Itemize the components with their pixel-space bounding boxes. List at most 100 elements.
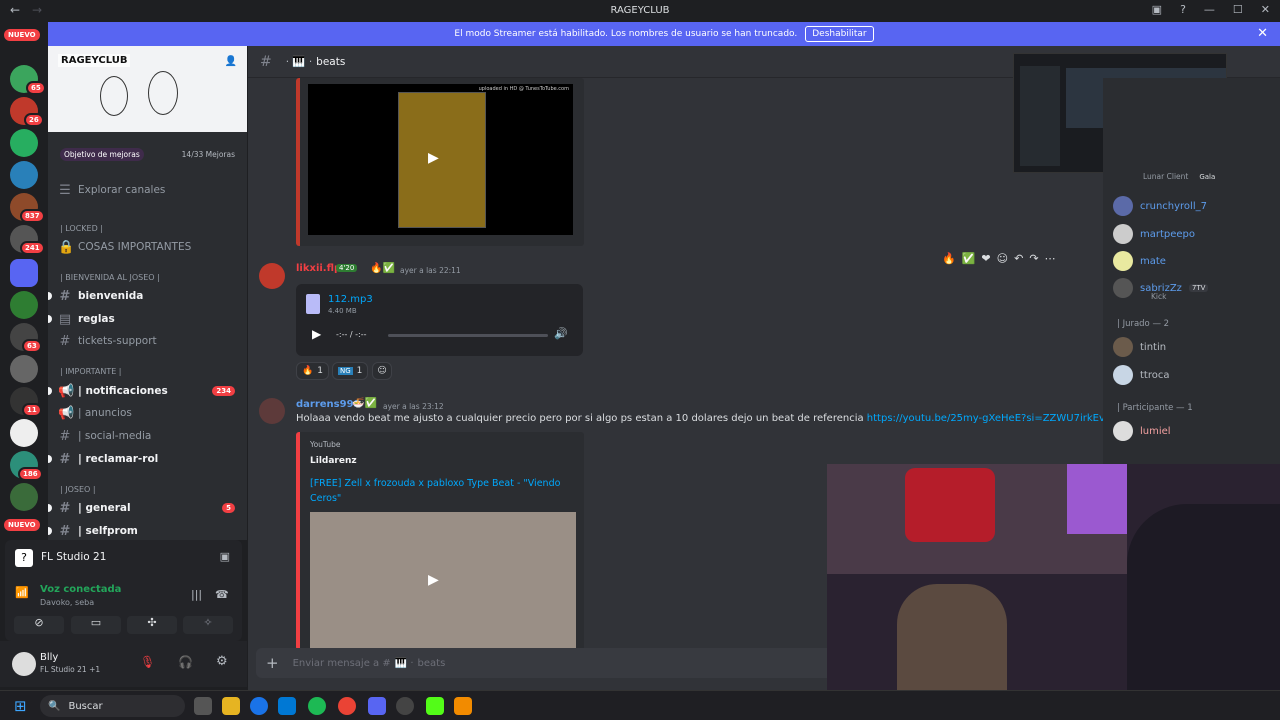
video-thumbnail[interactable]: uploaded in HD @ TunesToTube.com ▶ [308,84,573,235]
invite-icon[interactable]: 👤 [225,56,237,67]
channel-anuncios[interactable]: 📢 | anuncios [48,403,247,423]
server-icon[interactable] [10,419,38,447]
channel-selfprom[interactable]: # | selfprom [48,521,247,540]
disable-streamer-button[interactable]: Deshabilitar [805,26,874,42]
close-banner-icon[interactable]: ✕ [1257,26,1268,41]
server-icon[interactable] [10,355,38,383]
reaction[interactable]: NG 1 [332,362,369,380]
category-bienvenida[interactable]: | BIENVENIDA AL JOSEO | [60,273,160,282]
inbox-icon[interactable]: ▣ [1152,3,1162,16]
embed-author[interactable]: Lildarenz [310,456,357,466]
file-explorer-icon[interactable] [222,697,240,715]
message-author[interactable]: likxii.flp [296,263,341,274]
channel-bienvenida[interactable]: # bienvenida [48,286,247,306]
settings-gear-icon[interactable]: ⚙ [216,654,228,669]
message-author[interactable]: darrens999 [296,399,361,410]
file-name[interactable]: 112.mp3 [328,294,373,305]
category-importante[interactable]: | IMPORTANTE | [60,367,122,376]
voice-status[interactable]: Voz conectada [40,584,121,595]
server-banner[interactable]: RAGEYCLUB 👤 [48,46,247,132]
category-locked[interactable]: | LOCKED | [60,224,103,233]
channel-reglas[interactable]: ▤ reglas [48,309,247,329]
forward-icon[interactable]: ↷ [1029,252,1038,265]
reaction[interactable]: 🔥 1 [296,362,329,380]
audio-progress[interactable] [388,334,548,337]
embed-provider[interactable]: YouTube [310,440,341,449]
reply-icon[interactable]: ↶ [1014,252,1023,265]
server-icon[interactable] [10,161,38,189]
play-icon[interactable]: ▶ [428,572,439,588]
mention-badge: 5 [222,503,235,513]
username[interactable]: Blly [40,652,58,663]
member[interactable]: lumiel [1113,421,1171,441]
mention-badge: 65 [26,81,46,95]
heart-icon[interactable]: ❤ [981,252,990,265]
play-icon[interactable]: ▶ [428,150,439,166]
channel-general[interactable]: # | general 5 [48,498,247,518]
help-icon[interactable]: ? [1180,3,1186,16]
member[interactable]: tintin [1113,337,1166,357]
avatar[interactable] [12,652,36,676]
windows-start-icon[interactable]: ⊞ [14,697,27,715]
channel-tickets[interactable]: # tickets-support [48,331,247,351]
spotify-icon[interactable] [308,697,326,715]
fl-studio-taskbar-icon[interactable] [454,697,472,715]
voice-location[interactable]: Davoko, seba [40,598,94,607]
forward-arrow-icon[interactable]: → [32,3,42,17]
channel-reclamar-rol[interactable]: # | reclamar-rol [48,449,247,469]
explore-channels[interactable]: ☰ Explorar canales [48,180,247,200]
add-reaction-icon[interactable]: ☺ [997,252,1008,265]
maximize-icon[interactable]: ☐ [1233,3,1243,16]
server-icon[interactable] [10,129,38,157]
member[interactable]: Lunar Client Gala [1113,172,1215,181]
kick-icon[interactable] [426,697,444,715]
soundboard-button[interactable]: ✧ [183,616,233,634]
check-icon[interactable]: ✅ [962,252,976,265]
task-view-icon[interactable] [194,697,212,715]
deafen-icon[interactable]: 🎧 [178,655,193,669]
back-arrow-icon[interactable]: ← [10,3,20,17]
message-link[interactable]: https://youtu.be/25my-gXeHeE?si=ZZWU7irk… [867,413,1138,424]
fire-icon[interactable]: 🔥 [942,252,956,265]
member[interactable]: crunchyroll_7 [1113,196,1207,216]
store-icon[interactable] [278,697,296,715]
avatar[interactable] [259,263,285,289]
category-joseo[interactable]: | JOSEO | [60,485,96,494]
server-folder-icon[interactable] [10,259,38,287]
minimize-icon[interactable]: — [1204,3,1215,16]
channel-label: | anuncios [78,407,132,419]
more-icon[interactable]: ⋯ [1045,252,1056,265]
volume-icon[interactable]: 🔊 [554,327,568,340]
chrome-icon[interactable] [338,697,356,715]
close-window-icon[interactable]: ✕ [1261,3,1270,16]
member[interactable]: mate [1113,251,1166,271]
disconnect-icon[interactable]: ☎ [215,588,229,601]
server-icon[interactable] [10,483,38,511]
member[interactable]: martpeepo [1113,224,1195,244]
screen-share-button[interactable]: ▭ [71,616,121,634]
play-icon[interactable]: ▶ [312,327,321,341]
server-name[interactable]: RAGEYCLUB [58,54,131,67]
add-reaction-button[interactable]: ☺ [372,362,392,380]
channel-label: | general [78,502,131,514]
obs-icon[interactable] [396,697,414,715]
embed-title[interactable]: [FREE] Zell x frozouda x pabloxo Type Be… [310,476,570,506]
member-category: | Jurado — 2 [1117,319,1170,329]
add-attachment-icon[interactable]: + [266,654,279,672]
server-icon[interactable] [10,291,38,319]
channel-cosas-importantes[interactable]: 🔒 COSAS IMPORTANTES [48,237,247,257]
boost-goal[interactable]: Objetivo de mejoras 14/33 Mejoras [48,143,247,165]
avatar[interactable] [259,398,285,424]
noise-suppression-icon[interactable]: ||| [191,588,202,601]
mute-mic-icon[interactable]: 🎙 [140,655,155,669]
taskbar-search[interactable]: 🔍 Buscar [40,695,185,717]
activity-icon[interactable]: ▣ [220,550,230,563]
activities-button[interactable]: ✣ [127,616,177,634]
channel-notificaciones[interactable]: 📢 | notificaciones 234 [48,381,247,401]
discord-icon[interactable] [368,697,386,715]
edge-icon[interactable] [250,697,268,715]
member[interactable]: ttroca [1113,365,1169,385]
video-thumbnail[interactable]: ▶ [310,512,576,650]
camera-button[interactable]: ⊘ [14,616,64,634]
channel-social-media[interactable]: # | social-media [48,426,247,446]
